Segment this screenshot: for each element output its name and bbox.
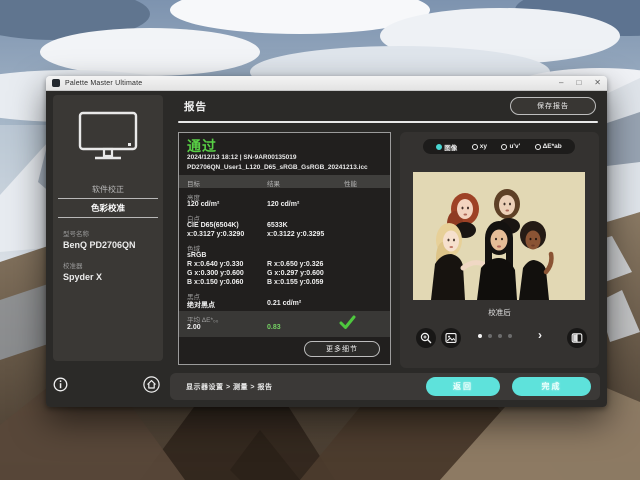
- change-image-button[interactable]: [441, 328, 461, 348]
- divider: [58, 217, 158, 218]
- minimize-button[interactable]: –: [559, 79, 563, 87]
- mode-image[interactable]: 图像: [436, 142, 457, 152]
- divider: [58, 198, 158, 199]
- close-button[interactable]: ✕: [594, 79, 601, 87]
- page-dot[interactable]: [488, 334, 492, 338]
- window-title: Palette Master Ultimate: [65, 80, 142, 87]
- footer-bar: 显示器设置 > 测量 > 报告 返回 完成: [170, 373, 600, 400]
- compare-view-button[interactable]: [567, 328, 587, 348]
- app-window: Palette Master Ultimate – □ ✕ 软件校: [46, 76, 607, 407]
- blackpoint-target: 绝对黑点: [187, 300, 215, 310]
- gamut-b-target: B x:0.150 y:0.060: [187, 279, 243, 286]
- window-body: 软件校正 色彩校准 型号名称 BenQ PD2706QN 校准器 Spyder …: [46, 91, 607, 407]
- page-title: 报告: [184, 99, 207, 114]
- model-name-label: 型号名称: [63, 228, 163, 238]
- home-button[interactable]: [143, 376, 160, 393]
- page-dot[interactable]: [478, 334, 482, 338]
- mode-deltae[interactable]: ΔE*ab: [535, 143, 562, 150]
- calibration-sample-photo: [413, 172, 585, 300]
- page-dot[interactable]: [498, 334, 502, 338]
- zoom-in-button[interactable]: [416, 328, 436, 348]
- pass-checkmark-icon: [339, 315, 356, 335]
- gamut-name: sRGB: [187, 252, 206, 259]
- status-passed: 通过: [187, 136, 217, 156]
- mode-image-label: 图像: [444, 142, 457, 152]
- next-arrow-icon[interactable]: ›: [538, 328, 542, 342]
- gamut-r-result: R x:0.650 y:0.326: [267, 261, 323, 268]
- calibrator-label: 校准器: [63, 260, 163, 270]
- sidebar-item-color-calibration[interactable]: 色彩校准: [53, 199, 163, 217]
- column-target: 目标: [187, 178, 200, 188]
- done-button[interactable]: 完成: [512, 377, 591, 396]
- back-button[interactable]: 返回: [426, 377, 500, 396]
- average-deltae-result: 0.83: [267, 324, 281, 331]
- monitor-icon: [75, 110, 141, 167]
- table-header: 目标 结果 性能: [179, 175, 390, 188]
- title-bar[interactable]: Palette Master Ultimate – □ ✕: [46, 76, 607, 91]
- save-report-button[interactable]: 保存报告: [510, 97, 596, 115]
- radio-icon: [472, 144, 478, 150]
- more-details-button[interactable]: 更多细节: [304, 341, 380, 357]
- column-performance: 性能: [344, 178, 357, 188]
- gamut-g-target: G x:0.300 y:0.600: [187, 270, 244, 277]
- image-icon: [445, 332, 457, 344]
- gamut-g-result: G x:0.297 y:0.600: [267, 270, 324, 277]
- sidebar: 软件校正 色彩校准 型号名称 BenQ PD2706QN 校准器 Spyder …: [53, 95, 163, 361]
- report-datetime-serial: 2024/12/13 18:12 | SN-9AR00135019: [187, 154, 297, 161]
- average-deltae-label: 平均 ΔE*₀₀: [187, 314, 218, 324]
- whitepoint-target-1: CIE D65(6504K): [187, 222, 239, 229]
- blackpoint-result: 0.21 cd/m²: [267, 300, 301, 307]
- info-button[interactable]: [52, 376, 69, 393]
- mode-xy-label: xy: [480, 143, 487, 150]
- preview-mode-bar: 图像 xy u'v' ΔE*ab: [423, 139, 575, 154]
- model-name-value: BenQ PD2706QN: [63, 240, 163, 250]
- app-logo-icon: [52, 79, 60, 87]
- column-result: 结果: [267, 178, 280, 188]
- radio-icon: [535, 144, 541, 150]
- pagination-dots: [478, 334, 534, 338]
- photo-caption: 校准后: [400, 307, 599, 318]
- split-compare-icon: [571, 332, 583, 344]
- whitepoint-target-2: x:0.3127 y:0.3290: [187, 231, 244, 238]
- page-dot[interactable]: [508, 334, 512, 338]
- brightness-result: 120 cd/m²: [267, 201, 299, 208]
- gamut-r-target: R x:0.640 y:0.330: [187, 261, 243, 268]
- calibrator-value: Spyder X: [63, 272, 163, 282]
- brightness-target: 120 cd/m²: [187, 201, 219, 208]
- radio-selected-icon: [436, 144, 442, 150]
- report-panel: 通过 2024/12/13 18:12 | SN-9AR00135019 PD2…: [178, 132, 391, 365]
- header-separator: [178, 121, 598, 123]
- gamut-b-result: B x:0.155 y:0.059: [267, 279, 323, 286]
- mode-deltae-label: ΔE*ab: [543, 143, 562, 150]
- mode-uv-label: u'v': [509, 143, 520, 150]
- magnifier-plus-icon: [420, 332, 432, 344]
- report-profile-name: PD2706QN_User1_L120_D65_sRGB_GsRGB_20241…: [187, 164, 368, 171]
- mode-xy[interactable]: xy: [472, 143, 487, 150]
- average-deltae-target: 2.00: [187, 324, 201, 331]
- radio-icon: [501, 144, 507, 150]
- home-icon: [143, 376, 160, 393]
- maximize-button[interactable]: □: [576, 79, 581, 87]
- breadcrumb: 显示器设置 > 测量 > 报告: [186, 382, 272, 392]
- sidebar-item-software-calibration[interactable]: 软件校正: [53, 181, 163, 198]
- mode-uv[interactable]: u'v': [501, 143, 520, 150]
- whitepoint-result-1: 6533K: [267, 222, 288, 229]
- whitepoint-result-2: x:0.3122 y:0.3295: [267, 231, 324, 238]
- info-icon: [53, 377, 68, 392]
- preview-panel: 图像 xy u'v' ΔE*ab: [400, 132, 599, 368]
